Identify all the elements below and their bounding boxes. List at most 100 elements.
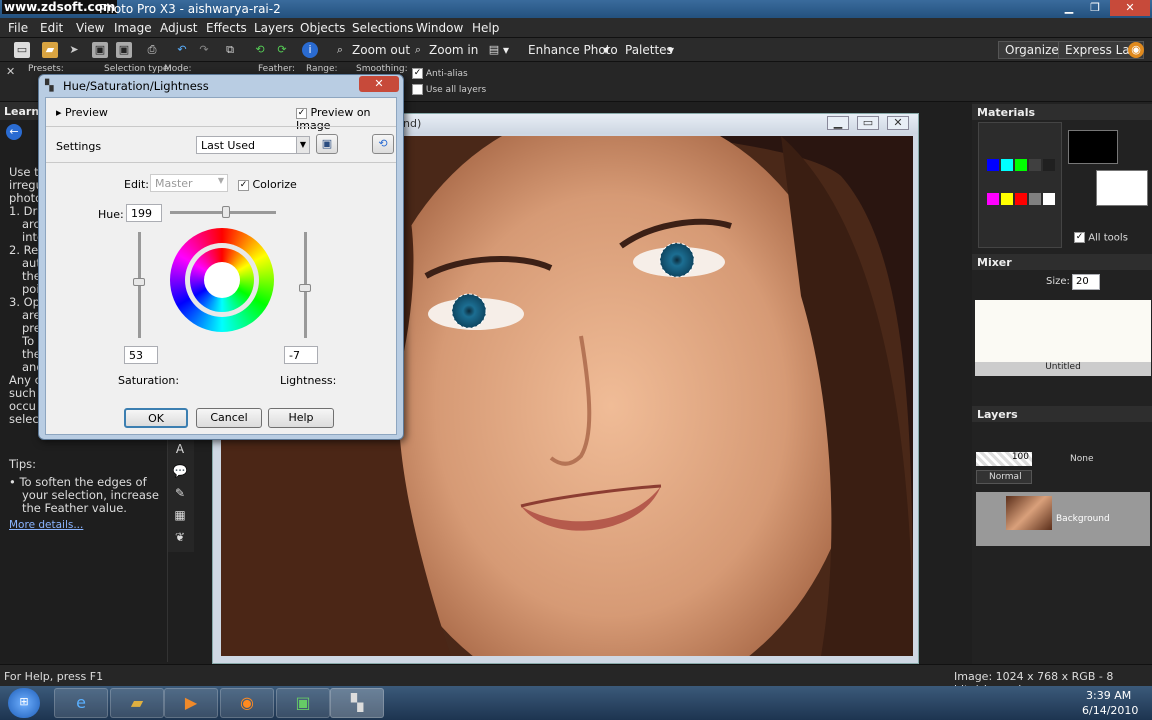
close-window-button[interactable]: ✕ <box>1110 0 1150 16</box>
menu-image[interactable]: Image <box>114 21 152 35</box>
blend-mode-dropdown[interactable]: Normal <box>976 470 1032 484</box>
swatch[interactable] <box>1043 193 1055 205</box>
layer-thumbnail <box>1006 496 1052 530</box>
preview-toggle[interactable]: ▸ Preview <box>56 106 108 119</box>
menu-help[interactable]: Help <box>472 21 499 35</box>
photo-pro-taskbar-icon[interactable]: ▚ <box>330 688 384 718</box>
new-file-icon[interactable]: ▭ <box>14 42 30 58</box>
save-as-icon[interactable]: ▣ <box>116 42 132 58</box>
swatch[interactable] <box>1043 159 1055 171</box>
lightness-slider-thumb[interactable] <box>299 284 311 292</box>
redo-icon[interactable]: ↷ <box>196 42 212 58</box>
materials-swatch-area[interactable] <box>978 122 1062 248</box>
zoom-in-icon[interactable]: ⌕ <box>410 42 426 58</box>
all-tools-checkbox[interactable]: ✓ All tools <box>1074 232 1128 244</box>
settings-dropdown[interactable]: Last Used ▼ <box>196 136 310 154</box>
palettes-menu[interactable]: Palettes <box>625 43 673 57</box>
reset-icon[interactable]: ⟲ <box>372 134 394 154</box>
ie-taskbar-icon[interactable]: e <box>54 688 108 718</box>
menu-adjust[interactable]: Adjust <box>160 21 198 35</box>
window-title: Photo Pro X3 - aishwarya-rai-2 <box>99 2 281 16</box>
foreground-color-swatch[interactable] <box>1068 130 1118 164</box>
menu-file[interactable]: File <box>8 21 28 35</box>
menu-layers[interactable]: Layers <box>254 21 294 35</box>
menu-edit[interactable]: Edit <box>40 21 63 35</box>
image-close-button[interactable]: ✕ <box>887 116 909 130</box>
image-minimize-button[interactable]: ▁ <box>827 116 849 130</box>
zoom-out-button[interactable]: Zoom out <box>352 43 410 57</box>
saturation-slider-thumb[interactable] <box>133 278 145 286</box>
firefox-taskbar-icon[interactable]: ◉ <box>220 688 274 718</box>
explorer-taskbar-icon[interactable]: ▰ <box>110 688 164 718</box>
swatch[interactable] <box>1029 193 1041 205</box>
menu-selections[interactable]: Selections <box>352 21 414 35</box>
picture-tube-tool-icon[interactable]: ❦ <box>171 530 189 546</box>
app-taskbar-icon[interactable]: ▣ <box>276 688 330 718</box>
ok-button[interactable]: OK <box>124 408 188 428</box>
hue-color-wheel[interactable] <box>170 228 274 332</box>
help-orb-icon[interactable]: ◉ <box>1128 42 1144 58</box>
blend-none-label: None <box>1070 454 1094 464</box>
swatch[interactable] <box>1015 159 1027 171</box>
hue-slider-thumb[interactable] <box>222 206 230 218</box>
image-maximize-button[interactable]: ▭ <box>857 116 879 130</box>
media-player-taskbar-icon[interactable]: ▶ <box>164 688 218 718</box>
layer-row[interactable]: Background <box>976 492 1150 546</box>
chevron-down-icon[interactable]: ▾ <box>503 43 509 57</box>
swatch[interactable] <box>1029 159 1041 171</box>
back-arrow-icon[interactable]: ← <box>6 124 22 140</box>
edit-dropdown[interactable]: Master ▼ <box>150 174 228 192</box>
saturation-field[interactable]: 53 <box>124 346 158 364</box>
swatch[interactable] <box>987 193 999 205</box>
more-details-link[interactable]: More details... <box>9 519 83 532</box>
chevron-down-icon[interactable]: ▼ <box>296 137 309 153</box>
clipboard-icon[interactable]: ▤ <box>486 42 502 58</box>
size-field[interactable]: 20 <box>1072 274 1100 290</box>
swatch[interactable] <box>1001 159 1013 171</box>
cancel-button[interactable]: Cancel <box>196 408 262 428</box>
crop-icon[interactable]: ⧉ <box>222 42 238 58</box>
dialog-close-button[interactable]: ✕ <box>359 76 399 92</box>
menu-window[interactable]: Window <box>416 21 463 35</box>
open-folder-icon[interactable]: ▰ <box>42 42 58 58</box>
menu-objects[interactable]: Objects <box>300 21 345 35</box>
anti-alias-checkbox[interactable]: ✓ Anti-alias <box>412 68 468 79</box>
use-all-layers-checkbox[interactable]: Use all layers <box>412 84 486 95</box>
menu-effects[interactable]: Effects <box>206 21 247 35</box>
hue-field[interactable]: 199 <box>126 204 162 222</box>
mixer-page-tab[interactable]: Untitled <box>975 362 1151 376</box>
zoom-out-icon[interactable]: ⌕ <box>332 42 348 58</box>
browse-icon[interactable]: ➤ <box>66 42 82 58</box>
menu-view[interactable]: View <box>76 21 104 35</box>
anti-alias-label: Anti-alias <box>425 69 468 79</box>
opacity-slider[interactable]: 100 <box>976 452 1032 466</box>
edit-label: Edit: <box>124 178 150 191</box>
rotate-right-icon[interactable]: ⟳ <box>274 42 290 58</box>
print-icon[interactable]: ⎙ <box>144 42 160 58</box>
chevron-down-icon[interactable]: ▾ <box>603 43 609 57</box>
zoom-in-button[interactable]: Zoom in <box>429 43 478 57</box>
swatch[interactable] <box>987 159 999 171</box>
maximize-button[interactable]: ❐ <box>1082 0 1108 16</box>
save-icon[interactable]: ▣ <box>92 42 108 58</box>
speech-bubble-tool-icon[interactable]: 💬 <box>171 464 189 480</box>
swatch[interactable] <box>1015 193 1027 205</box>
preview-on-image-checkbox[interactable]: ✓ Preview on Image <box>296 106 396 132</box>
close-options-icon[interactable]: ✕ <box>6 65 15 78</box>
help-button[interactable]: Help <box>268 408 334 428</box>
save-preset-icon[interactable]: ▣ <box>316 134 338 154</box>
start-button-icon[interactable]: ⊞ <box>8 688 40 718</box>
pattern-tool-icon[interactable]: ▦ <box>171 508 189 524</box>
rotate-left-icon[interactable]: ⟲ <box>252 42 268 58</box>
minimize-button[interactable]: ▁ <box>1056 0 1082 16</box>
mixer-canvas[interactable] <box>975 300 1151 362</box>
chevron-down-icon[interactable]: ▾ <box>668 43 674 57</box>
background-color-swatch[interactable] <box>1096 170 1148 206</box>
lightness-field[interactable]: -7 <box>284 346 318 364</box>
text-tool-icon[interactable]: A <box>171 442 189 458</box>
swatch[interactable] <box>1001 193 1013 205</box>
brush-tool-icon[interactable]: ✎ <box>171 486 189 502</box>
colorize-checkbox[interactable]: ✓ Colorize <box>238 178 297 191</box>
undo-icon[interactable]: ↶ <box>174 42 190 58</box>
info-icon[interactable]: i <box>302 42 318 58</box>
